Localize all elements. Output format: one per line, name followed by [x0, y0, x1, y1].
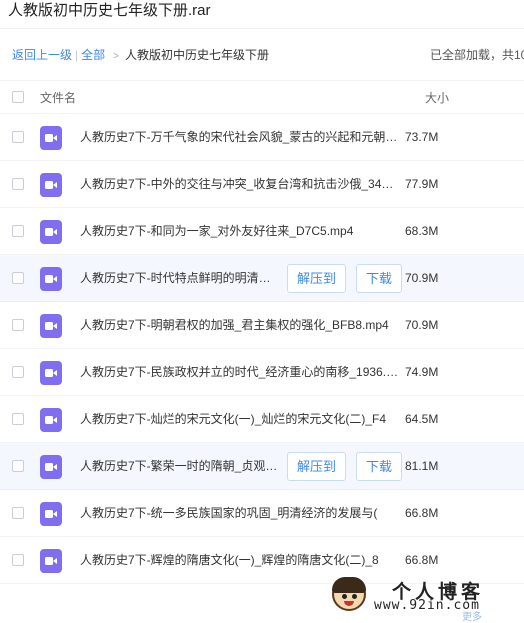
- table-row[interactable]: 人教历史7下-灿烂的宋元文化(一)_灿烂的宋元文化(二)_F4 64.5M: [0, 396, 524, 443]
- row-checkbox[interactable]: [12, 178, 24, 190]
- row-checkbox[interactable]: [12, 225, 24, 237]
- select-all-checkbox[interactable]: [12, 91, 24, 103]
- file-name[interactable]: 人教历史7下-繁荣一时的隋朝_贞观之治: [80, 443, 280, 490]
- row-checkbox[interactable]: [12, 366, 24, 378]
- row-checkbox[interactable]: [12, 554, 24, 566]
- breadcrumb: 返回上一级 | 全部 > 人教版初中历史七年级下册 已全部加载，共10: [0, 40, 524, 70]
- file-name[interactable]: 人教历史7下-民族政权并立的时代_经济重心的南移_1936.mp4: [80, 349, 400, 396]
- back-link[interactable]: 返回上一级: [12, 48, 72, 62]
- file-size: 66.8M: [405, 506, 439, 520]
- current-folder: 人教版初中历史七年级下册: [125, 48, 270, 62]
- column-header-size[interactable]: 大小: [425, 81, 449, 115]
- video-file-icon: [40, 220, 62, 244]
- file-name[interactable]: 人教历史7下-和同为一家_对外友好往来_D7C5.mp4: [80, 208, 400, 255]
- file-size: 64.5M: [405, 412, 439, 426]
- file-name[interactable]: 人教历史7下-万千气象的宋代社会风貌_蒙古的兴起和元朝的建立_6: [80, 114, 400, 161]
- extract-button[interactable]: 解压到: [287, 264, 346, 293]
- video-file-icon: [40, 455, 62, 479]
- chevron-right-icon: >: [113, 51, 119, 62]
- file-name[interactable]: 人教历史7下-时代特点鲜明的明清文化: [80, 255, 280, 302]
- file-list: 人教历史7下-万千气象的宋代社会风貌_蒙古的兴起和元朝的建立_6 73.7M 人教历…: [0, 114, 524, 584]
- file-size: 81.1M: [405, 459, 439, 473]
- file-size: 74.9M: [405, 365, 439, 379]
- row-checkbox[interactable]: [12, 272, 24, 284]
- video-file-icon: [40, 408, 62, 432]
- file-name[interactable]: 人教历史7下-灿烂的宋元文化(一)_灿烂的宋元文化(二)_F4: [80, 396, 400, 443]
- file-size: 68.3M: [405, 224, 439, 238]
- watermark-logo: 个人博客 www.92in.com: [330, 575, 524, 617]
- table-row[interactable]: 人教历史7下-和同为一家_对外友好往来_D7C5.mp4 68.3M: [0, 208, 524, 255]
- table-header: 文件名 大小: [0, 80, 524, 114]
- load-status: 已全部加载，共10: [430, 48, 524, 62]
- mascot-icon: [332, 577, 366, 611]
- watermark-url: www.92in.com: [374, 598, 480, 613]
- table-row[interactable]: 人教历史7下-万千气象的宋代社会风貌_蒙古的兴起和元朝的建立_6 73.7M: [0, 114, 524, 161]
- download-button[interactable]: 下载: [356, 452, 402, 481]
- video-file-icon: [40, 502, 62, 526]
- table-row[interactable]: 人教历史7下-民族政权并立的时代_经济重心的南移_1936.mp4 74.9M: [0, 349, 524, 396]
- file-size: 77.9M: [405, 177, 439, 191]
- video-file-icon: [40, 361, 62, 385]
- window-title: 人教版初中历史七年级下册.rar: [8, 2, 211, 19]
- video-file-icon: [40, 173, 62, 197]
- file-size: 70.9M: [405, 271, 439, 285]
- table-row[interactable]: 人教历史7下-统一多民族国家的巩固_明清经济的发展与( 66.8M: [0, 490, 524, 537]
- file-name[interactable]: 人教历史7下-中外的交往与冲突_收复台湾和抗击沙俄_3451.mp4: [80, 161, 400, 208]
- table-row[interactable]: 人教历史7下-明朝君权的加强_君主集权的强化_BFB8.mp4 70.9M: [0, 302, 524, 349]
- row-checkbox[interactable]: [12, 131, 24, 143]
- breadcrumb-separator: |: [75, 48, 79, 62]
- row-checkbox[interactable]: [12, 319, 24, 331]
- all-files-link[interactable]: 全部: [81, 48, 105, 62]
- row-checkbox[interactable]: [12, 507, 24, 519]
- title-divider: [0, 28, 524, 29]
- file-size: 70.9M: [405, 318, 439, 332]
- video-file-icon: [40, 549, 62, 573]
- file-name[interactable]: 人教历史7下-明朝君权的加强_君主集权的强化_BFB8.mp4: [80, 302, 400, 349]
- video-file-icon: [40, 126, 62, 150]
- table-row[interactable]: 人教历史7下-繁荣一时的隋朝_贞观之治 解压到 下载 81.1M: [0, 443, 524, 490]
- column-header-name[interactable]: 文件名: [40, 81, 76, 115]
- extract-button[interactable]: 解压到: [287, 452, 346, 481]
- row-checkbox[interactable]: [12, 413, 24, 425]
- row-checkbox[interactable]: [12, 460, 24, 472]
- video-file-icon: [40, 267, 62, 291]
- file-name[interactable]: 人教历史7下-统一多民族国家的巩固_明清经济的发展与(: [80, 490, 400, 537]
- table-row[interactable]: 人教历史7下-中外的交往与冲突_收复台湾和抗击沙俄_3451.mp4 77.9M: [0, 161, 524, 208]
- download-button[interactable]: 下载: [356, 264, 402, 293]
- file-size: 73.7M: [405, 130, 439, 144]
- video-file-icon: [40, 314, 62, 338]
- table-row[interactable]: 人教历史7下-时代特点鲜明的明清文化 解压到 下载 70.9M: [0, 255, 524, 302]
